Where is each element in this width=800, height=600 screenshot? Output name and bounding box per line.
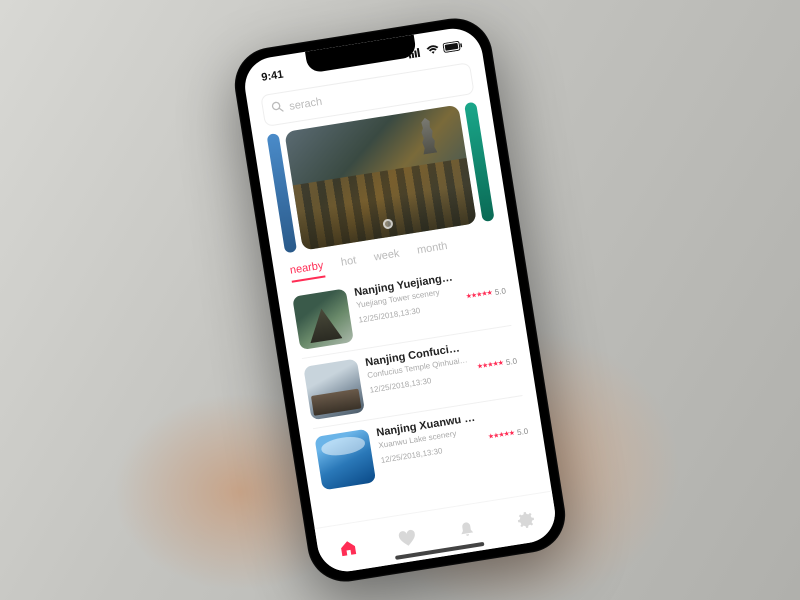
rating-value: 5.0 [516, 426, 528, 437]
item-rating: ★★★★★ 5.0 [465, 286, 506, 301]
item-thumbnail [303, 359, 365, 421]
item-thumbnail [314, 429, 376, 491]
hero-pagoda-graphic [418, 117, 438, 159]
item-info: Nanjing Xuanwu Lake Xuanwu Lake scenery … [376, 412, 485, 481]
tab-month[interactable]: month [416, 240, 449, 263]
battery-icon [442, 40, 464, 56]
status-indicators [408, 40, 464, 61]
rating-value: 5.0 [505, 356, 517, 367]
search-icon [270, 99, 285, 119]
nav-notifications[interactable] [455, 517, 478, 540]
hero-carousel[interactable] [267, 102, 495, 254]
item-rating: ★★★★★ 5.0 [476, 356, 517, 371]
main-content: nearby hot week month Nanjing Yuejiang T… [246, 56, 552, 528]
status-time: 9:41 [261, 69, 285, 84]
star-icon: ★★★★★ [476, 359, 503, 371]
hero-image[interactable] [284, 104, 477, 250]
star-icon: ★★★★★ [465, 289, 492, 301]
rating-value: 5.0 [494, 286, 506, 297]
results-list: Nanjing Yuejiang Tower Yuejiang Tower sc… [291, 256, 534, 499]
star-icon: ★★★★★ [487, 429, 514, 441]
tab-nearby[interactable]: nearby [289, 260, 325, 283]
nav-settings[interactable] [514, 508, 537, 531]
item-rating: ★★★★★ 5.0 [487, 426, 528, 441]
tab-week[interactable]: week [373, 248, 401, 270]
item-thumbnail [292, 288, 354, 350]
item-info: Nanjing Confucius Temple Confucius Templ… [365, 341, 474, 410]
wifi-icon [425, 43, 440, 58]
nav-home[interactable] [337, 536, 360, 559]
tab-hot[interactable]: hot [340, 254, 358, 274]
item-info: Nanjing Yuejiang Tower Yuejiang Tower sc… [353, 271, 462, 340]
nav-favorites[interactable] [396, 527, 419, 550]
phone-frame: 9:41 [229, 13, 570, 587]
screen: 9:41 [241, 24, 559, 575]
